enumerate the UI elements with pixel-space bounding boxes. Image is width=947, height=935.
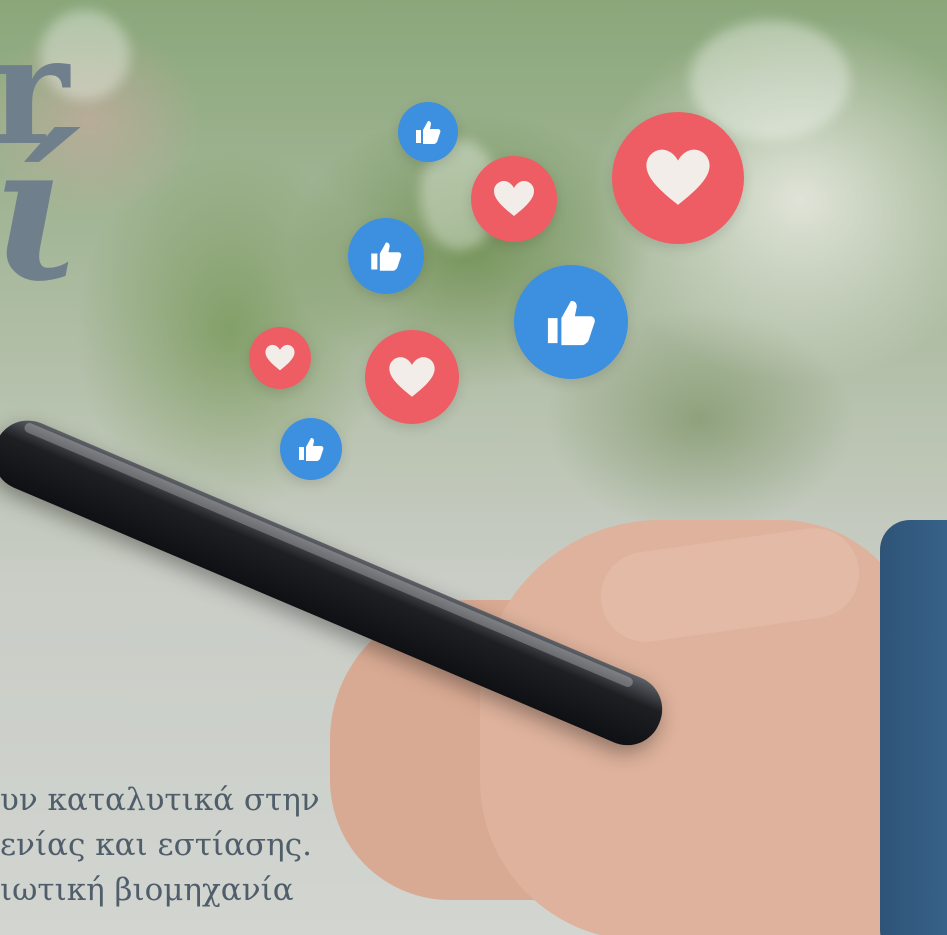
heart-icon (365, 330, 459, 424)
thumbs-up-icon (280, 418, 342, 480)
sleeve (880, 520, 947, 935)
heart-icon (249, 327, 311, 389)
heart-icon (612, 112, 744, 244)
heart-icon (471, 156, 557, 242)
thumbs-up-icon (348, 218, 424, 294)
photo-background: r ί υν καταλυτικά στην ενίας και εστίαση… (0, 0, 947, 935)
caption-line-1: υν καταλυτικά στην (0, 782, 320, 818)
thumbs-up-icon (514, 265, 628, 379)
caption-text: υν καταλυτικά στην ενίας και εστίασης. ι… (0, 778, 320, 913)
caption-line-2: ενίας και εστίασης. (0, 827, 312, 863)
thumbs-up-icon (398, 102, 458, 162)
headline-line-2: ί (0, 117, 82, 306)
caption-line-3: ιωτική βιομηχανία (0, 872, 294, 908)
headline: r ί (0, 16, 82, 306)
